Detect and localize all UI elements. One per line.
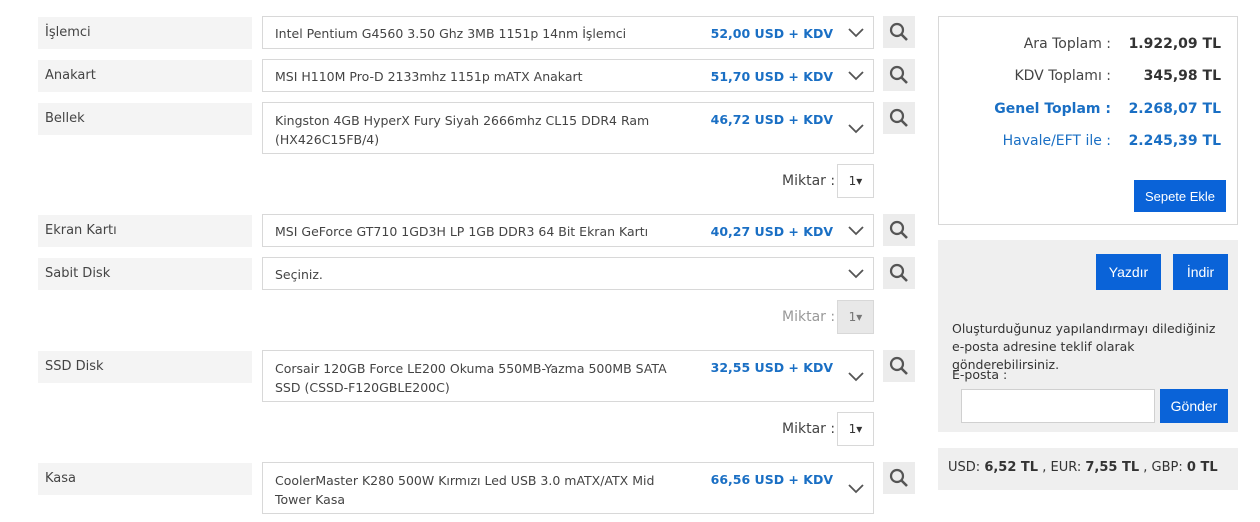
row-label-graphics-card: Ekran Kartı	[38, 215, 252, 247]
chevron-down-icon	[848, 269, 864, 279]
price-summary-panel: Ara Toplam : 1.922,09 TL KDV Toplamı : 3…	[938, 16, 1238, 225]
search-icon	[889, 108, 908, 127]
chevron-down-icon	[848, 124, 864, 134]
memory-price: 46,72 USD + KDV	[710, 112, 833, 127]
case-product-name: CoolerMaster K280 500W Kırmızı Led USB 3…	[275, 473, 655, 507]
row-label-case: Kasa	[38, 463, 252, 495]
hard-disk-quantity-select[interactable]: 1▾	[837, 300, 874, 334]
transfer-value: 2.245,39 TL	[1128, 133, 1221, 149]
chevron-down-icon	[848, 71, 864, 81]
ssd-quantity-label: Miktar :	[782, 421, 836, 437]
usd-label: USD:	[948, 460, 981, 475]
memory-quantity-label: Miktar :	[782, 173, 836, 189]
search-icon	[889, 220, 908, 239]
chevron-down-icon	[848, 372, 864, 382]
grand-total-value: 2.268,07 TL	[1128, 101, 1221, 117]
search-icon	[889, 468, 908, 487]
search-icon	[889, 356, 908, 375]
motherboard-select[interactable]: MSI H110M Pro-D 2133mhz 1151p mATX Anaka…	[262, 59, 874, 92]
usd-rate: 6,52 TL	[984, 460, 1039, 475]
print-button[interactable]: Yazdır	[1096, 254, 1161, 290]
case-search-button[interactable]	[883, 462, 915, 494]
chevron-down-icon	[848, 484, 864, 494]
memory-quantity-select[interactable]: 1▾	[837, 164, 874, 198]
subtotal-label: Ara Toplam :	[1023, 36, 1111, 52]
graphics-card-search-button[interactable]	[883, 214, 915, 246]
search-icon	[889, 263, 908, 282]
row-label-processor: İşlemci	[38, 17, 252, 49]
motherboard-price: 51,70 USD + KDV	[710, 69, 833, 84]
ssd-price: 32,55 USD + KDV	[710, 360, 833, 375]
case-select[interactable]: CoolerMaster K280 500W Kırmızı Led USB 3…	[262, 462, 874, 514]
vat-label: KDV Toplamı :	[1014, 68, 1111, 84]
processor-price: 52,00 USD + KDV	[710, 26, 833, 41]
gbp-rate: 0 TL	[1186, 460, 1218, 475]
gbp-label: , GBP:	[1143, 460, 1183, 475]
hard-disk-select[interactable]: Seçiniz.	[262, 257, 874, 290]
search-icon	[889, 22, 908, 41]
hard-disk-product-name: Seçiniz.	[275, 267, 323, 282]
grand-total-label: Genel Toplam :	[994, 101, 1111, 117]
graphics-card-product-name: MSI GeForce GT710 1GD3H LP 1GB DDR3 64 B…	[275, 224, 649, 239]
eur-label: , EUR:	[1042, 460, 1082, 475]
email-offer-note: Oluşturduğunuz yapılandırmayı dilediğini…	[952, 321, 1216, 372]
memory-select[interactable]: Kingston 4GB HyperX Fury Siyah 2666mhz C…	[262, 102, 874, 154]
processor-search-button[interactable]	[883, 16, 915, 48]
ssd-product-name: Corsair 120GB Force LE200 Okuma 550MB-Ya…	[275, 361, 667, 395]
share-panel: Yazdır İndir Oluşturduğunuz yapılandırma…	[938, 240, 1238, 432]
processor-product-name: Intel Pentium G4560 3.50 Ghz 3MB 1151p 1…	[275, 26, 627, 41]
ssd-quantity-select[interactable]: 1▾	[837, 412, 874, 446]
memory-search-button[interactable]	[883, 102, 915, 134]
hard-disk-quantity-label: Miktar :	[782, 309, 836, 325]
exchange-rates-bar: USD: 6,52 TL , EUR: 7,55 TL , GBP: 0 TL	[938, 448, 1238, 490]
email-label: E-posta :	[952, 367, 1008, 382]
transfer-label: Havale/EFT ile :	[1002, 133, 1111, 149]
motherboard-product-name: MSI H110M Pro-D 2133mhz 1151p mATX Anaka…	[275, 69, 583, 84]
chevron-down-icon	[848, 28, 864, 38]
send-button[interactable]: Gönder	[1160, 389, 1228, 423]
graphics-card-price: 40,27 USD + KDV	[710, 224, 833, 239]
ssd-select[interactable]: Corsair 120GB Force LE200 Okuma 550MB-Ya…	[262, 350, 874, 402]
row-label-motherboard: Anakart	[38, 60, 252, 92]
ssd-search-button[interactable]	[883, 350, 915, 382]
row-label-ssd: SSD Disk	[38, 351, 252, 383]
graphics-card-select[interactable]: MSI GeForce GT710 1GD3H LP 1GB DDR3 64 B…	[262, 214, 874, 247]
subtotal-value: 1.922,09 TL	[1128, 36, 1221, 52]
memory-product-name: Kingston 4GB HyperX Fury Siyah 2666mhz C…	[275, 113, 650, 147]
vat-value: 345,98 TL	[1143, 68, 1221, 84]
row-label-memory: Bellek	[38, 103, 252, 135]
search-icon	[889, 65, 908, 84]
download-button[interactable]: İndir	[1173, 254, 1228, 290]
chevron-down-icon	[848, 226, 864, 236]
eur-rate: 7,55 TL	[1085, 460, 1140, 475]
processor-select[interactable]: Intel Pentium G4560 3.50 Ghz 3MB 1151p 1…	[262, 16, 874, 49]
row-label-hard-disk: Sabit Disk	[38, 258, 252, 290]
motherboard-search-button[interactable]	[883, 59, 915, 91]
case-price: 66,56 USD + KDV	[710, 472, 833, 487]
add-to-cart-button[interactable]: Sepete Ekle	[1134, 180, 1226, 212]
email-input[interactable]	[961, 389, 1155, 423]
hard-disk-search-button[interactable]	[883, 257, 915, 289]
